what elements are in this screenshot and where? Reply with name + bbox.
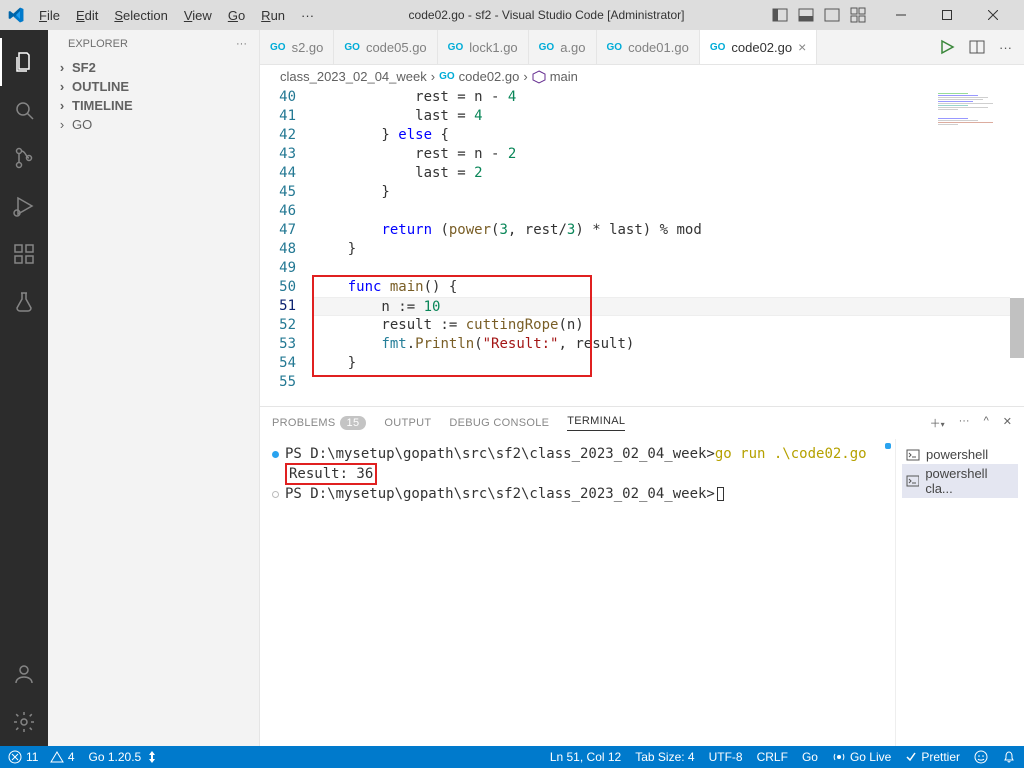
close-button[interactable] bbox=[970, 0, 1016, 30]
activity-bar bbox=[0, 30, 48, 746]
editor-tab-3[interactable]: GOa.go bbox=[529, 30, 597, 64]
panel-tab-debug[interactable]: DEBUG CONSOLE bbox=[449, 417, 549, 429]
split-editor-icon[interactable] bbox=[969, 39, 985, 55]
tab-more-icon[interactable]: ··· bbox=[999, 40, 1012, 55]
status-feedback-icon[interactable] bbox=[974, 750, 988, 764]
sidebar-section-sf2[interactable]: ›SF2 bbox=[48, 58, 259, 77]
toggle-panel-icon[interactable] bbox=[798, 7, 814, 23]
sidebar-section-outline[interactable]: ›OUTLINE bbox=[48, 77, 259, 96]
accounts-icon[interactable] bbox=[0, 650, 48, 698]
run-debug-icon[interactable] bbox=[0, 182, 48, 230]
menu-edit[interactable]: Edit bbox=[69, 4, 105, 27]
window-title: code02.go - sf2 - Visual Studio Code [Ad… bbox=[321, 8, 772, 22]
terminal-item-2[interactable]: powershell cla... bbox=[902, 464, 1018, 498]
vscode-logo-icon bbox=[8, 7, 24, 23]
panel-tab-output[interactable]: OUTPUT bbox=[384, 417, 431, 429]
menu-go[interactable]: Go bbox=[221, 4, 252, 27]
menu-run[interactable]: Run bbox=[254, 4, 292, 27]
status-prettier[interactable]: Prettier bbox=[905, 750, 960, 764]
code-editor[interactable]: 40414243444546474849505152535455 rest = … bbox=[260, 88, 1024, 406]
editor-tab-4[interactable]: GOcode01.go bbox=[597, 30, 700, 64]
search-icon[interactable] bbox=[0, 86, 48, 134]
status-tab-size[interactable]: Tab Size: 4 bbox=[635, 750, 694, 764]
terminal-item-1[interactable]: powershell bbox=[902, 445, 1018, 464]
status-go-live[interactable]: Go Live bbox=[832, 750, 891, 764]
maximize-button[interactable] bbox=[924, 0, 970, 30]
status-bar: 11 4 Go 1.20.5 Ln 51, Col 12 Tab Size: 4… bbox=[0, 746, 1024, 768]
close-icon[interactable]: × bbox=[798, 39, 806, 55]
toggle-sidebar-icon[interactable] bbox=[772, 7, 788, 23]
panel-close-icon[interactable]: ✕ bbox=[1003, 415, 1012, 431]
editor-scrollbar[interactable] bbox=[1010, 88, 1024, 406]
sidebar-section-go[interactable]: ›GO bbox=[48, 115, 259, 134]
status-cursor-pos[interactable]: Ln 51, Col 12 bbox=[550, 750, 621, 764]
terminal[interactable]: PS D:\mysetup\gopath\src\sf2\class_2023_… bbox=[260, 439, 896, 746]
run-file-icon[interactable] bbox=[939, 39, 955, 55]
settings-gear-icon[interactable] bbox=[0, 698, 48, 746]
status-errors[interactable]: 11 4 bbox=[8, 750, 75, 764]
new-terminal-icon[interactable]: ＋▾ bbox=[930, 415, 945, 431]
menu-view[interactable]: View bbox=[177, 4, 219, 27]
sidebar-explorer: EXPLORER ··· ›SF2 ›OUTLINE ›TIMELINE ›GO bbox=[48, 30, 260, 746]
panel-more-icon[interactable]: ··· bbox=[959, 415, 970, 431]
editor-tab-5[interactable]: GOcode02.go× bbox=[700, 30, 817, 64]
panel-maximize-icon[interactable]: ^ bbox=[984, 415, 989, 431]
breadcrumb[interactable]: class_2023_02_04_week › GO code02.go › m… bbox=[260, 65, 1024, 88]
minimize-button[interactable] bbox=[878, 0, 924, 30]
sidebar-section-timeline[interactable]: ›TIMELINE bbox=[48, 96, 259, 115]
explorer-title: EXPLORER bbox=[68, 38, 128, 50]
panel-tab-problems[interactable]: PROBLEMS15 bbox=[272, 417, 366, 429]
status-language[interactable]: Go bbox=[802, 750, 818, 764]
editor-tab-2[interactable]: GOlock1.go bbox=[438, 30, 529, 64]
testing-icon[interactable] bbox=[0, 278, 48, 326]
explorer-icon[interactable] bbox=[0, 38, 48, 86]
status-bell-icon[interactable] bbox=[1002, 750, 1016, 764]
editor-tab-1[interactable]: GOcode05.go bbox=[334, 30, 437, 64]
source-control-icon[interactable] bbox=[0, 134, 48, 182]
menu-more[interactable]: ··· bbox=[294, 4, 321, 27]
status-go-version[interactable]: Go 1.20.5 bbox=[89, 750, 158, 764]
terminal-list: powershell powershell cla... bbox=[896, 439, 1024, 746]
layout-icons bbox=[772, 7, 866, 23]
menu-file[interactable]: File bbox=[32, 4, 67, 27]
tab-bar: GOs2.goGOcode05.goGOlock1.goGOa.goGOcode… bbox=[260, 30, 1024, 65]
symbol-icon bbox=[532, 70, 546, 84]
toggle-secondary-icon[interactable] bbox=[824, 7, 840, 23]
menu-bar: File Edit Selection View Go Run ··· bbox=[32, 4, 321, 27]
editor-tab-0[interactable]: GOs2.go bbox=[260, 30, 334, 64]
panel-tab-terminal[interactable]: TERMINAL bbox=[567, 415, 625, 431]
editor-area: GOs2.goGOcode05.goGOlock1.goGOa.goGOcode… bbox=[260, 30, 1024, 746]
menu-selection[interactable]: Selection bbox=[107, 4, 174, 27]
title-bar: File Edit Selection View Go Run ··· code… bbox=[0, 0, 1024, 30]
status-eol[interactable]: CRLF bbox=[757, 750, 788, 764]
explorer-more-icon[interactable]: ··· bbox=[236, 38, 247, 50]
customize-layout-icon[interactable] bbox=[850, 7, 866, 23]
extensions-icon[interactable] bbox=[0, 230, 48, 278]
bottom-panel: PROBLEMS15 OUTPUT DEBUG CONSOLE TERMINAL… bbox=[260, 406, 1024, 746]
status-encoding[interactable]: UTF-8 bbox=[709, 750, 743, 764]
